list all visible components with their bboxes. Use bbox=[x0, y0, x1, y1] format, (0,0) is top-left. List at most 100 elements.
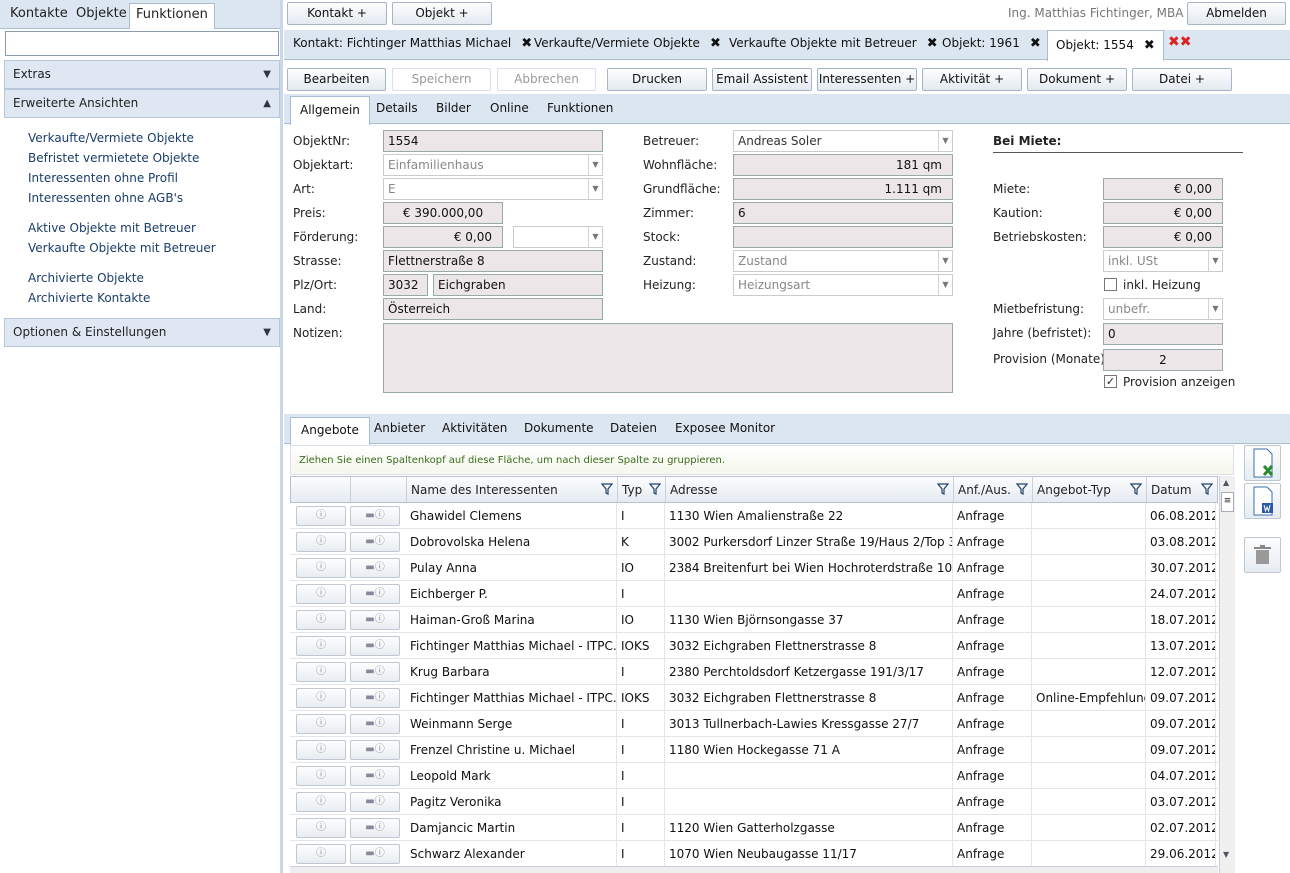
field-preis[interactable]: € 390.000,00 bbox=[383, 202, 503, 224]
table-row[interactable]: ⓘ ▬ⓘ Weinmann Serge I 3013 Tullnerbach-Lawie… bbox=[290, 711, 1218, 737]
field-objektnr[interactable]: 1554 bbox=[383, 130, 603, 152]
folder-info-button[interactable]: ▬ⓘ bbox=[350, 766, 400, 786]
link-archivierte-kontakte[interactable]: Archivierte Kontakte bbox=[28, 291, 150, 305]
tab-online[interactable]: Online bbox=[490, 101, 529, 115]
col-adresse[interactable]: Adresse bbox=[666, 477, 954, 502]
tab-dokumente[interactable]: Dokumente bbox=[524, 421, 594, 435]
email-assistent-button[interactable]: Email Assistent bbox=[712, 68, 812, 91]
folder-info-button[interactable]: ▬ⓘ bbox=[350, 558, 400, 578]
link-verkaufte-vermiete[interactable]: Verkaufte/Vermiete Objekte bbox=[28, 131, 194, 145]
table-row[interactable]: ⓘ ▬ⓘ Haiman-Groß Marina IO 1130 Wien Björnso… bbox=[290, 607, 1218, 633]
tab-objekte[interactable]: Objekte bbox=[70, 3, 133, 27]
section-optionen[interactable]: Optionen & Einstellungen ▼ bbox=[4, 318, 280, 347]
folder-info-button[interactable]: ▬ⓘ bbox=[350, 610, 400, 630]
folder-info-button[interactable]: ▬ⓘ bbox=[350, 714, 400, 734]
field-provision[interactable]: 2 bbox=[1103, 349, 1223, 371]
table-row[interactable]: ⓘ ▬ⓘ Fichtinger Matthias Michael - ITPC.at… bbox=[290, 685, 1218, 711]
close-icon[interactable]: ✖ bbox=[1030, 36, 1041, 51]
info-button[interactable]: ⓘ bbox=[296, 766, 346, 786]
col-typ[interactable]: Typ bbox=[618, 477, 666, 502]
folder-info-button[interactable]: ▬ⓘ bbox=[350, 584, 400, 604]
col-angebot-typ[interactable]: Angebot-Typ bbox=[1033, 477, 1147, 502]
doctab-objekt-1961[interactable]: Objekt: 1961 ✖ bbox=[942, 36, 1041, 51]
select-zustand[interactable]: Zustand ▼ bbox=[733, 250, 953, 272]
field-miete[interactable]: € 0,00 bbox=[1103, 178, 1223, 200]
info-button[interactable]: ⓘ bbox=[296, 636, 346, 656]
link-archivierte-objekte[interactable]: Archivierte Objekte bbox=[28, 271, 144, 285]
tab-bilder[interactable]: Bilder bbox=[436, 101, 471, 115]
folder-info-button[interactable]: ▬ⓘ bbox=[350, 532, 400, 552]
folder-info-button[interactable]: ▬ⓘ bbox=[350, 740, 400, 760]
select-heizung[interactable]: Heizungsart ▼ bbox=[733, 274, 953, 296]
info-button[interactable]: ⓘ bbox=[296, 714, 346, 734]
tab-dateien[interactable]: Dateien bbox=[610, 421, 657, 435]
table-row[interactable]: ⓘ ▬ⓘ Leopold Mark I Anfrage 04.07.2012 bbox=[290, 763, 1218, 789]
info-button[interactable]: ⓘ bbox=[296, 818, 346, 838]
field-plz[interactable]: 3032 bbox=[383, 274, 428, 296]
filter-icon[interactable] bbox=[649, 483, 661, 495]
info-button[interactable]: ⓘ bbox=[296, 740, 346, 760]
field-stock[interactable] bbox=[733, 226, 953, 248]
horizontal-scrollbar[interactable] bbox=[290, 866, 1218, 873]
field-kaution[interactable]: € 0,00 bbox=[1103, 202, 1223, 224]
folder-info-button[interactable]: ▬ⓘ bbox=[350, 792, 400, 812]
info-button[interactable]: ⓘ bbox=[296, 584, 346, 604]
tab-exposee-monitor[interactable]: Exposee Monitor bbox=[675, 421, 775, 435]
scroll-up-icon[interactable]: ▲ bbox=[1223, 478, 1229, 487]
link-interessenten-ohne-agb[interactable]: Interessenten ohne AGB's bbox=[28, 191, 183, 205]
info-button[interactable]: ⓘ bbox=[296, 662, 346, 682]
tab-details[interactable]: Details bbox=[376, 101, 418, 115]
scroll-thumb[interactable]: ≡ bbox=[1221, 492, 1234, 512]
close-icon[interactable]: ✖ bbox=[710, 36, 721, 51]
info-button[interactable]: ⓘ bbox=[296, 610, 346, 630]
aktivitaet-add-button[interactable]: Aktivität + bbox=[922, 68, 1022, 91]
link-aktive-objekte-betreuer[interactable]: Aktive Objekte mit Betreuer bbox=[28, 221, 196, 235]
close-icon[interactable]: ✖ bbox=[521, 36, 532, 51]
col-datum[interactable]: Datum bbox=[1147, 477, 1217, 502]
close-icon[interactable]: ✖ bbox=[927, 36, 938, 51]
section-extras[interactable]: Extras ▼ bbox=[4, 60, 280, 89]
select-ust[interactable]: inkl. USt ▼ bbox=[1103, 250, 1223, 272]
field-strasse[interactable]: Flettnerstraße 8 bbox=[383, 250, 603, 272]
checkbox-provision-anzeigen[interactable]: ✓ bbox=[1104, 375, 1117, 388]
abbrechen-button[interactable]: Abbrechen bbox=[497, 68, 596, 91]
info-button[interactable]: ⓘ bbox=[296, 506, 346, 526]
tab-funktionen-form[interactable]: Funktionen bbox=[547, 101, 613, 115]
checkbox-inkl-heizung[interactable] bbox=[1104, 278, 1117, 291]
info-button[interactable]: ⓘ bbox=[296, 532, 346, 552]
select-betreuer[interactable]: Andreas Soler ▼ bbox=[733, 130, 953, 152]
folder-info-button[interactable]: ▬ⓘ bbox=[350, 688, 400, 708]
folder-info-button[interactable]: ▬ⓘ bbox=[350, 844, 400, 864]
field-grundflaeche[interactable]: 1.111 qm bbox=[733, 178, 953, 200]
excel-export-button[interactable] bbox=[1244, 445, 1281, 481]
tab-funktionen[interactable]: Funktionen bbox=[129, 3, 215, 29]
table-row[interactable]: ⓘ ▬ⓘ Fichtinger Matthias Michael - ITPC.at… bbox=[290, 633, 1218, 659]
col-name[interactable]: Name des Interessenten bbox=[407, 477, 618, 502]
select-foerderung[interactable]: ▼ bbox=[513, 226, 603, 248]
select-mietbefristung[interactable]: unbefr. ▼ bbox=[1103, 298, 1223, 320]
dokument-add-button[interactable]: Dokument + bbox=[1027, 68, 1127, 91]
field-wohnflaeche[interactable]: 181 qm bbox=[733, 154, 953, 176]
folder-info-button[interactable]: ▬ⓘ bbox=[350, 506, 400, 526]
table-row[interactable]: ⓘ ▬ⓘ Schwarz Alexander I 1070 Wien Neubaugas… bbox=[290, 841, 1218, 867]
link-verkaufte-objekte-betreuer[interactable]: Verkaufte Objekte mit Betreuer bbox=[28, 241, 216, 255]
table-row[interactable]: ⓘ ▬ⓘ Frenzel Christine u. Michael I 1180 Wie… bbox=[290, 737, 1218, 763]
select-objektart[interactable]: Einfamilienhaus ▼ bbox=[383, 154, 603, 176]
filter-icon[interactable] bbox=[1130, 483, 1142, 495]
filter-icon[interactable] bbox=[601, 483, 613, 495]
drucken-button[interactable]: Drucken bbox=[607, 68, 707, 91]
interessenten-add-button[interactable]: Interessenten + bbox=[817, 68, 917, 91]
left-search-input[interactable] bbox=[5, 31, 279, 56]
speichern-button[interactable]: Speichern bbox=[392, 68, 491, 91]
field-ort[interactable]: Eichgraben bbox=[433, 274, 603, 296]
filter-icon[interactable] bbox=[1016, 483, 1028, 495]
tab-kontakte[interactable]: Kontakte bbox=[4, 3, 74, 27]
info-button[interactable]: ⓘ bbox=[296, 558, 346, 578]
doctab-objekt-1554[interactable]: Objekt: 1554 ✖ bbox=[1047, 30, 1164, 61]
table-row[interactable]: ⓘ ▬ⓘ Dobrovolska Helena K 3002 Purkersdorf L… bbox=[290, 529, 1218, 555]
close-all-icon[interactable]: ✖✖ bbox=[1168, 34, 1191, 50]
folder-info-button[interactable]: ▬ⓘ bbox=[350, 662, 400, 682]
info-button[interactable]: ⓘ bbox=[296, 844, 346, 864]
field-betriebskosten[interactable]: € 0,00 bbox=[1103, 226, 1223, 248]
tab-anbieter[interactable]: Anbieter bbox=[374, 421, 425, 435]
